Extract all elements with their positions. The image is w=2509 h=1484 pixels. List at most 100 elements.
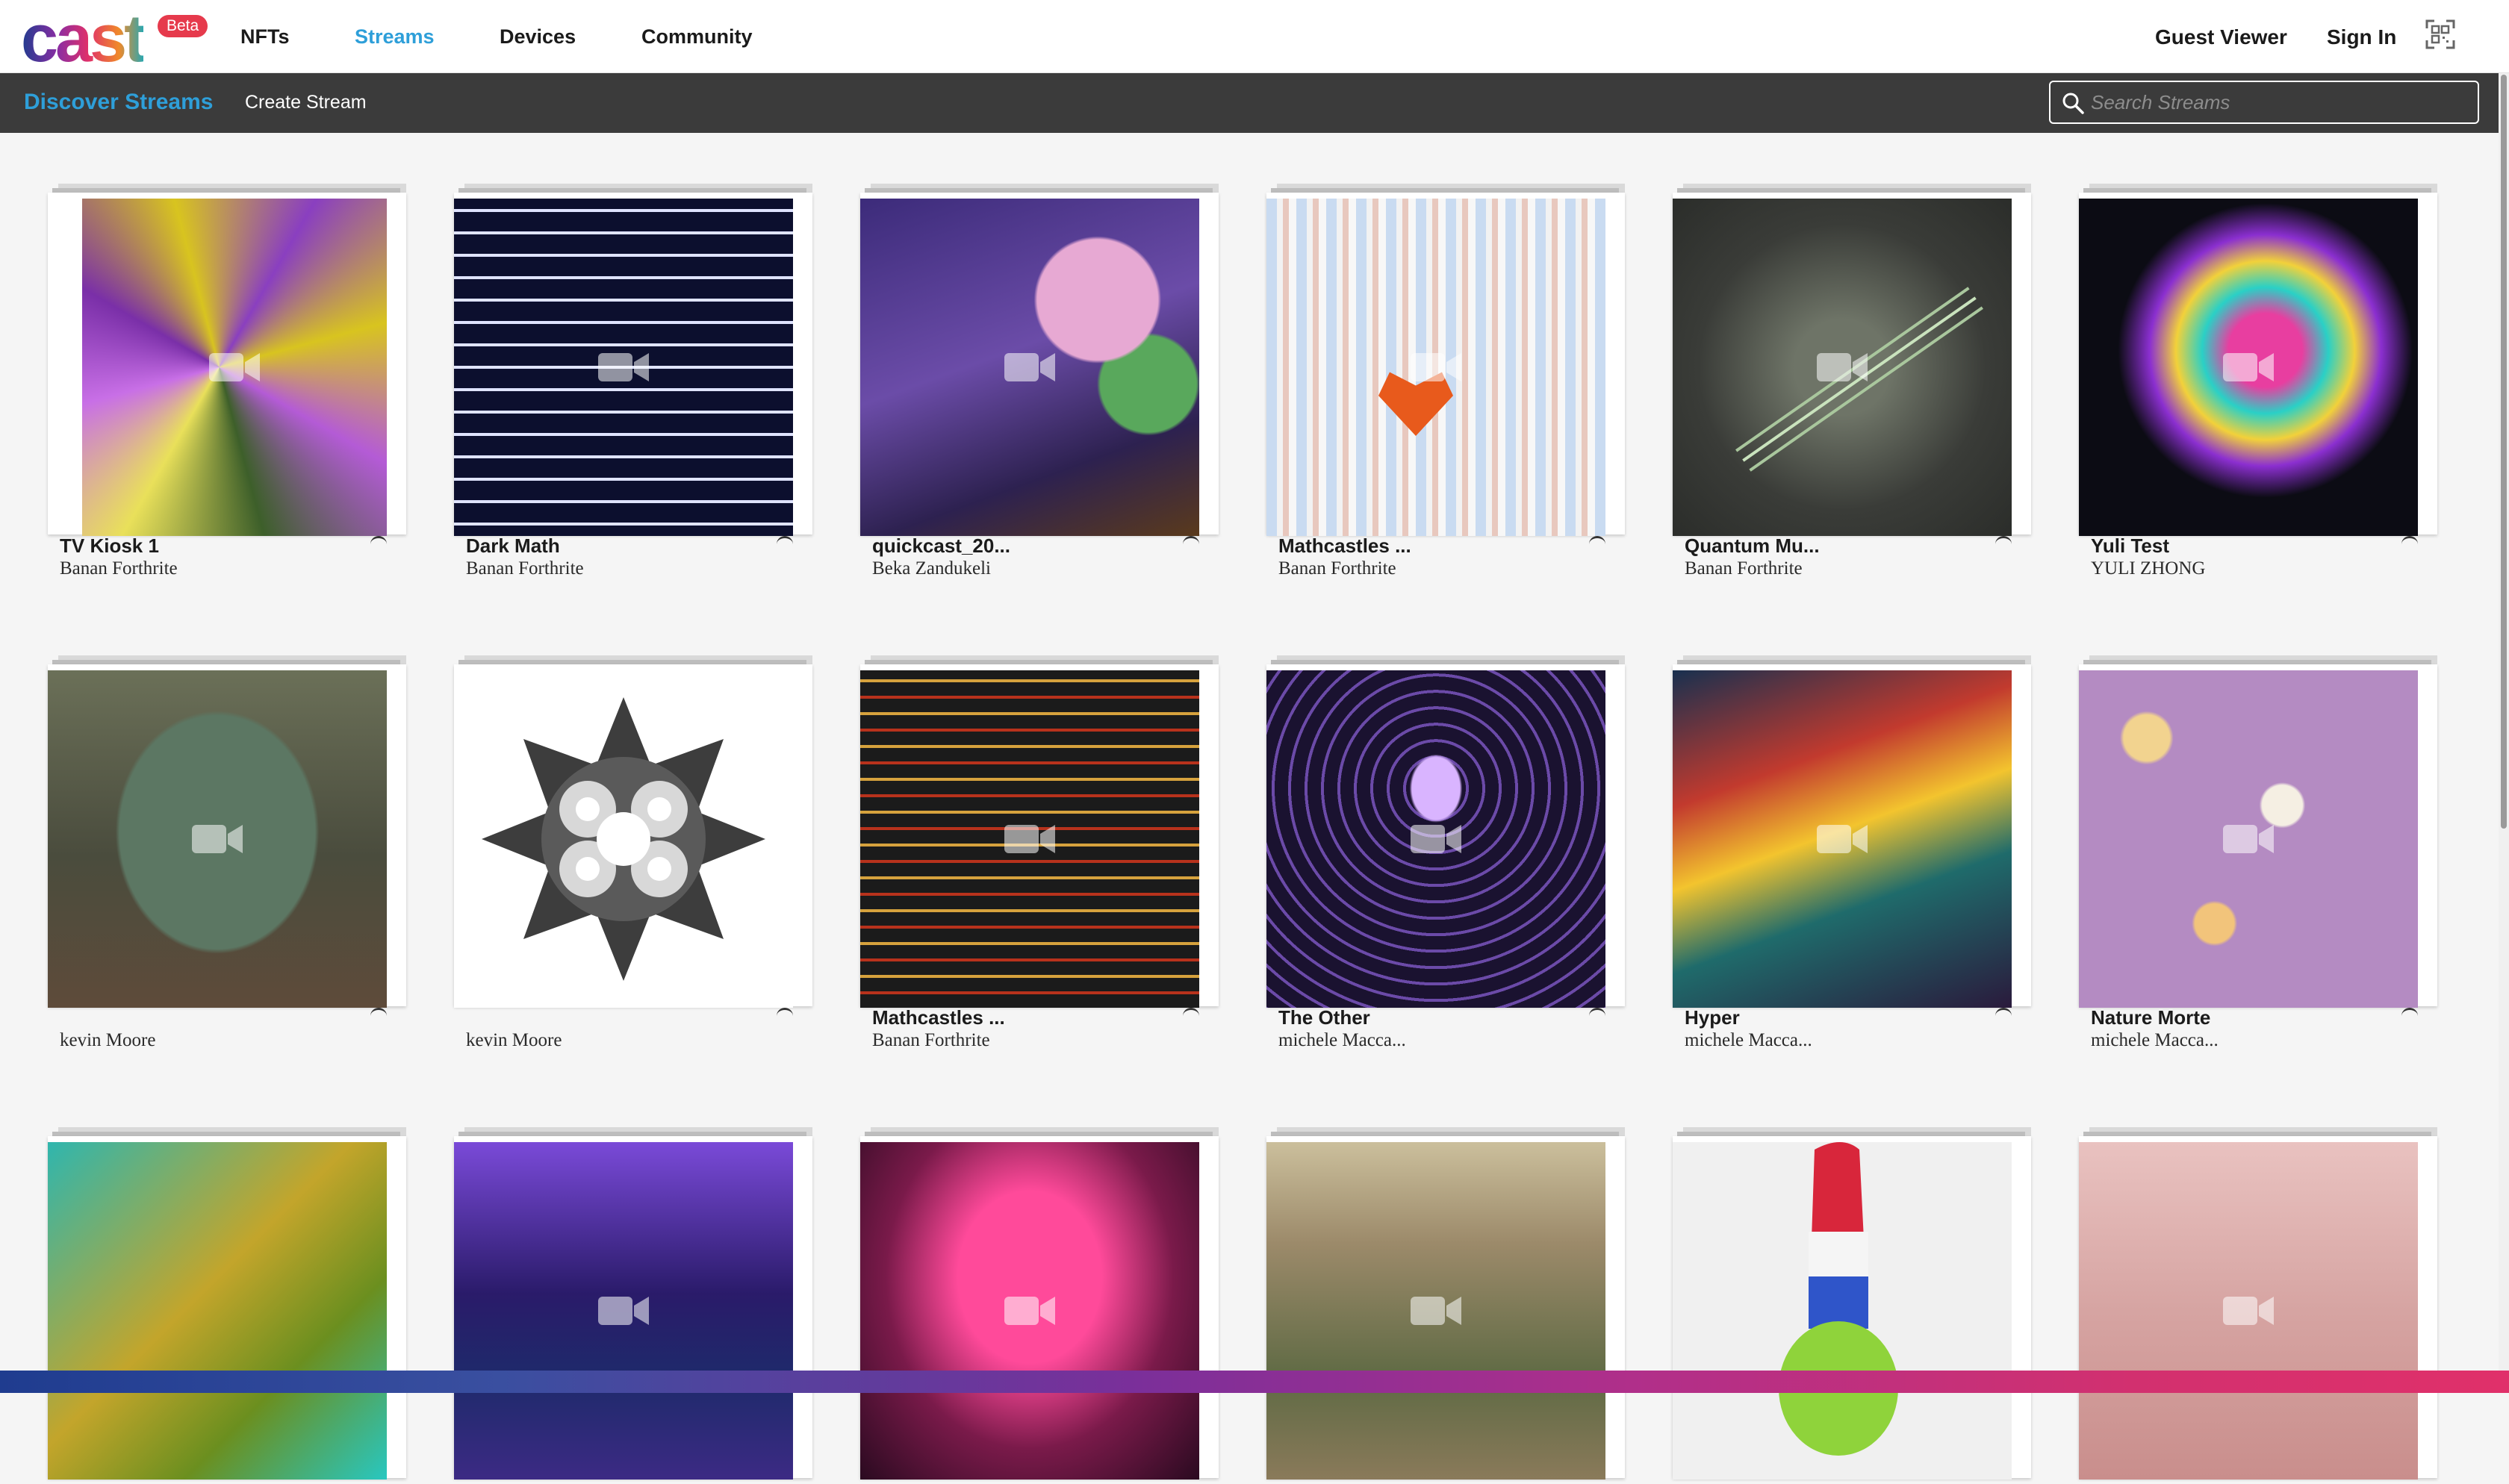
card-title xyxy=(60,1006,358,1030)
stream-card[interactable]: Quantum Mu... Banan Forthrite xyxy=(1673,184,2031,579)
spinner-icon xyxy=(370,536,387,552)
qr-code-icon[interactable] xyxy=(2425,19,2455,49)
video-camera-icon xyxy=(1004,825,1055,853)
card-title: Quantum Mu... xyxy=(1685,534,1820,557)
stream-thumbnail[interactable] xyxy=(1673,199,2012,536)
card-body xyxy=(48,664,406,1008)
card-meta: kevin Moore xyxy=(466,1006,765,1051)
bottom-gradient-bar xyxy=(0,1371,2509,1393)
card-artist: Beka Zandukeli xyxy=(872,558,991,579)
stream-card[interactable]: TV Kiosk 1 Banan Forthrite xyxy=(48,184,406,579)
stream-card[interactable]: Mathcastles ... Banan Forthrite xyxy=(860,655,1219,1050)
cast-logo[interactable]: cast Beta xyxy=(21,3,208,75)
card-title: Mathcastles ... xyxy=(872,1006,1005,1029)
nav-nfts[interactable]: NFTs xyxy=(240,25,290,49)
card-meta: The Other michele Macca... xyxy=(1278,1006,1577,1051)
nav-streams[interactable]: Streams xyxy=(355,25,435,49)
card-body xyxy=(48,1136,406,1480)
card-meta: Mathcastles ... Banan Forthrite xyxy=(1278,534,1577,579)
guest-viewer-link[interactable]: Guest Viewer xyxy=(2155,25,2287,49)
card-title: Yuli Test xyxy=(2091,534,2169,557)
card-title: TV Kiosk 1 xyxy=(60,534,159,557)
stream-card[interactable]: Dark Math Banan Forthrite xyxy=(454,184,812,579)
top-navbar: cast Beta NFTs Streams Devices Community… xyxy=(0,0,2509,75)
stream-thumbnail[interactable] xyxy=(454,670,793,1008)
card-artist: Banan Forthrite xyxy=(466,558,584,579)
video-camera-icon xyxy=(1004,353,1055,381)
stream-thumbnail[interactable] xyxy=(2079,670,2418,1008)
scrollbar-thumb[interactable] xyxy=(2501,75,2507,829)
stream-thumbnail[interactable] xyxy=(1673,1142,2012,1480)
card-body xyxy=(1266,664,1625,1008)
search-box[interactable] xyxy=(2049,81,2479,124)
stream-card[interactable] xyxy=(454,1127,812,1484)
card-body xyxy=(860,664,1219,1008)
nav-devices[interactable]: Devices xyxy=(500,25,576,49)
card-meta: Hyper michele Macca... xyxy=(1685,1006,1983,1051)
card-meta: Nature Morte michele Macca... xyxy=(2091,1006,2390,1051)
card-artist: Banan Forthrite xyxy=(1278,558,1396,579)
stream-thumbnail[interactable] xyxy=(1266,1142,1605,1480)
stream-card[interactable]: Yuli Test YULI ZHONG xyxy=(2079,184,2437,579)
video-camera-icon xyxy=(1411,825,1461,853)
spinner-icon xyxy=(2401,536,2418,552)
stream-thumbnail[interactable] xyxy=(1266,670,1605,1008)
card-meta: Yuli Test YULI ZHONG xyxy=(2091,534,2390,579)
card-artist: Banan Forthrite xyxy=(872,1030,990,1050)
stream-thumbnail[interactable] xyxy=(1673,670,2012,1008)
card-body xyxy=(1673,664,2031,1008)
stream-thumbnail[interactable] xyxy=(82,199,387,536)
card-body xyxy=(860,1136,1219,1480)
stream-thumbnail[interactable] xyxy=(860,199,1199,536)
card-body xyxy=(454,193,812,536)
stream-thumbnail[interactable] xyxy=(48,1142,387,1480)
stream-thumbnail[interactable] xyxy=(860,670,1199,1008)
stream-card[interactable]: kevin Moore xyxy=(48,655,406,1050)
stream-thumbnail[interactable] xyxy=(860,1142,1199,1480)
search-icon xyxy=(2062,93,2084,114)
stream-thumbnail[interactable] xyxy=(2079,199,2418,536)
stream-card[interactable]: Mathcastles ... Banan Forthrite xyxy=(1266,184,1625,579)
card-body xyxy=(48,193,406,536)
video-camera-icon xyxy=(1817,825,1868,853)
card-artist: Banan Forthrite xyxy=(1685,558,1803,579)
card-meta: Dark Math Banan Forthrite xyxy=(466,534,765,579)
card-meta: TV Kiosk 1 Banan Forthrite xyxy=(60,534,358,579)
stream-card[interactable] xyxy=(1266,1127,1625,1484)
stream-card[interactable]: quickcast_20... Beka Zandukeli xyxy=(860,184,1219,579)
stream-card[interactable] xyxy=(860,1127,1219,1484)
spinner-icon xyxy=(777,536,793,552)
video-camera-icon xyxy=(598,353,649,381)
stream-thumbnail[interactable] xyxy=(2079,1142,2418,1480)
video-camera-icon xyxy=(1411,1297,1461,1325)
stream-thumbnail[interactable] xyxy=(1266,199,1605,536)
stream-card[interactable]: kevin Moore xyxy=(454,655,812,1050)
video-camera-icon xyxy=(1004,1297,1055,1325)
streams-subbar: Discover Streams Create Stream xyxy=(0,73,2509,133)
card-title: Hyper xyxy=(1685,1006,1740,1029)
discover-streams-tab[interactable]: Discover Streams xyxy=(24,90,213,115)
stream-thumbnail[interactable] xyxy=(48,670,387,1008)
stream-card[interactable] xyxy=(1673,1127,2031,1484)
card-meta: quickcast_20... Beka Zandukeli xyxy=(872,534,1171,579)
spinner-icon xyxy=(1995,536,2012,552)
nav-community[interactable]: Community xyxy=(641,25,753,49)
card-title: quickcast_20... xyxy=(872,534,1010,557)
search-input[interactable] xyxy=(2091,88,2464,116)
stream-card[interactable]: Nature Morte michele Macca... xyxy=(2079,655,2437,1050)
card-title: The Other xyxy=(1278,1006,1370,1029)
spinner-icon xyxy=(1995,1008,2012,1024)
spinner-icon xyxy=(777,1008,793,1024)
streams-grid: TV Kiosk 1 Banan Forthrite Dark Math Ban… xyxy=(48,184,2437,1484)
popsicle-graphic xyxy=(1779,1142,1898,1456)
stream-card[interactable]: Hyper michele Macca... xyxy=(1673,655,2031,1050)
sign-in-link[interactable]: Sign In xyxy=(2327,25,2396,49)
stream-card[interactable] xyxy=(48,1127,406,1484)
beta-badge: Beta xyxy=(158,15,208,37)
stream-thumbnail[interactable] xyxy=(454,1142,793,1480)
stream-thumbnail[interactable] xyxy=(454,199,793,536)
stream-card[interactable]: The Other michele Macca... xyxy=(1266,655,1625,1050)
create-stream-link[interactable]: Create Stream xyxy=(245,92,367,113)
logo-text: cast xyxy=(21,1,146,76)
stream-card[interactable] xyxy=(2079,1127,2437,1484)
